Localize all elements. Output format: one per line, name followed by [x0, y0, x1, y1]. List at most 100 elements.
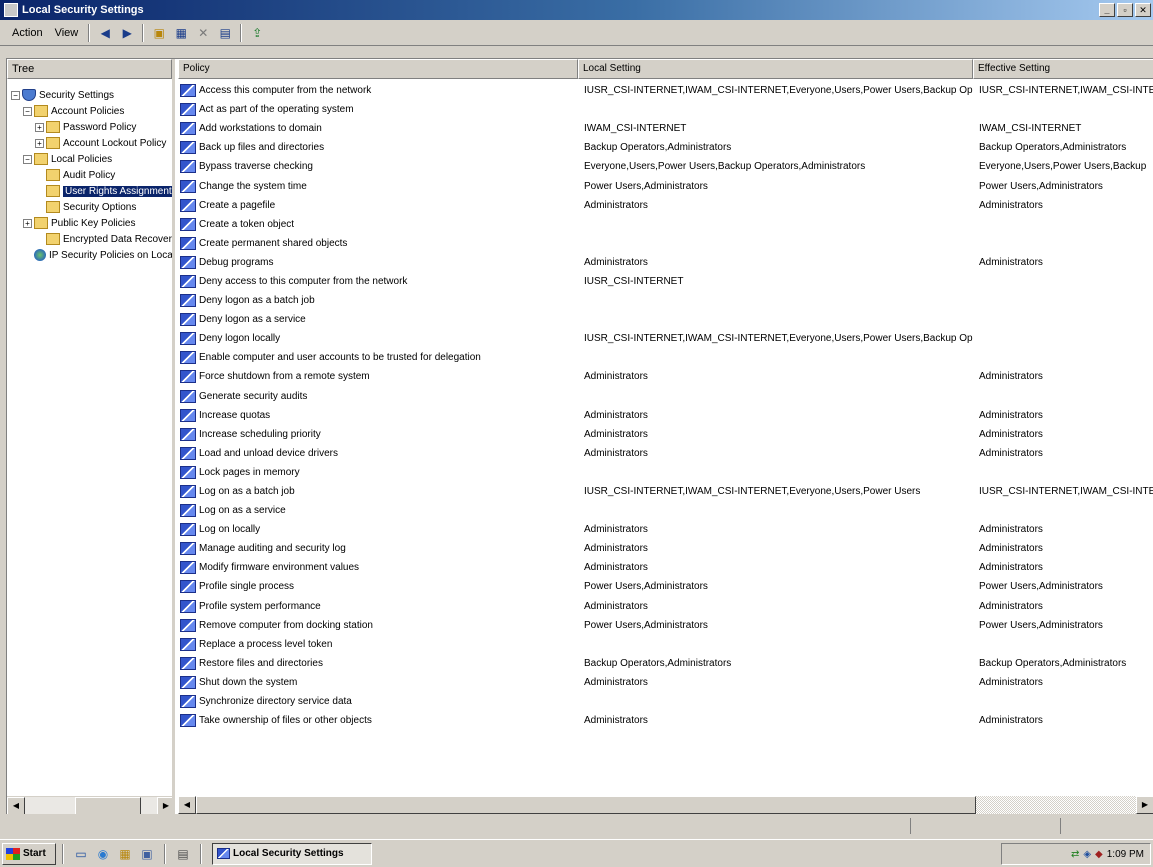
- table-row[interactable]: Create a token object: [178, 215, 1153, 234]
- scroll-thumb[interactable]: [196, 796, 976, 814]
- table-row[interactable]: Access this computer from the network IUS…: [178, 81, 1153, 100]
- export-list-icon[interactable]: ⇪: [247, 23, 267, 43]
- menu-view[interactable]: View: [49, 25, 85, 41]
- tree-node[interactable]: − Local Policies: [7, 151, 172, 167]
- scroll-left-icon[interactable]: ◀: [178, 796, 196, 814]
- desktop-icon[interactable]: ▭: [73, 846, 89, 862]
- collapse-icon[interactable]: −: [11, 90, 20, 100]
- up-folder-icon[interactable]: ▣: [149, 23, 169, 43]
- column-local-setting[interactable]: Local Setting: [578, 59, 973, 79]
- expand-icon[interactable]: +: [23, 218, 32, 228]
- expand-icon[interactable]: +: [35, 138, 44, 148]
- table-row[interactable]: Replace a process level token: [178, 635, 1153, 654]
- column-policy[interactable]: Policy: [178, 59, 578, 79]
- policy-icon: [180, 599, 196, 613]
- tree-node[interactable]: − Account Policies: [7, 103, 172, 119]
- table-row[interactable]: Increase quotas Administrators Administrat…: [178, 406, 1153, 425]
- policy-cell: Debug programs: [178, 255, 578, 269]
- table-row[interactable]: Create a pagefile Administrators Administr…: [178, 196, 1153, 215]
- list-horizontal-scrollbar[interactable]: ◀ ▶: [178, 796, 1153, 814]
- table-row[interactable]: Back up files and directories Backup Oper…: [178, 138, 1153, 157]
- minimize-button[interactable]: _: [1099, 3, 1115, 17]
- network-icon[interactable]: ⇄: [1071, 849, 1079, 860]
- table-row[interactable]: Change the system time Power Users,Admini…: [178, 176, 1153, 195]
- scroll-right-icon[interactable]: ▶: [1136, 796, 1153, 814]
- table-row[interactable]: Bypass traverse checking Everyone,Users,P…: [178, 157, 1153, 176]
- effective-setting-cell: Backup Operators,Administrators: [979, 657, 1127, 669]
- taskbar-button-local-security-settings[interactable]: Local Security Settings: [212, 842, 372, 865]
- table-row[interactable]: Lock pages in memory: [178, 463, 1153, 482]
- table-row[interactable]: Log on as a service: [178, 501, 1153, 520]
- table-row[interactable]: Generate security audits: [178, 387, 1153, 406]
- collapse-icon[interactable]: −: [23, 106, 32, 116]
- table-row[interactable]: Force shutdown from a remote system Admin…: [178, 367, 1153, 386]
- table-row[interactable]: Take ownership of files or other objects…: [178, 711, 1153, 730]
- tree-node[interactable]: + Password Policy: [7, 119, 172, 135]
- table-row[interactable]: Deny logon as a service: [178, 310, 1153, 329]
- tree-header[interactable]: Tree: [7, 59, 172, 79]
- table-row[interactable]: Profile system performance Administrators…: [178, 597, 1153, 616]
- scroll-track[interactable]: [196, 796, 1136, 814]
- table-row[interactable]: Act as part of the operating system: [178, 100, 1153, 119]
- table-row[interactable]: Log on as a batch job IUSR_CSI-INTERNET,I…: [178, 482, 1153, 501]
- table-row[interactable]: Deny logon locally IUSR_CSI-INTERNET,IWAM…: [178, 329, 1153, 348]
- table-row[interactable]: Enable computer and user accounts to be …: [178, 348, 1153, 367]
- tree-node[interactable]: Security Options: [7, 199, 172, 215]
- tree-node[interactable]: User Rights Assignment: [7, 183, 172, 199]
- local-setting-cell: Administrators: [584, 447, 648, 459]
- table-row[interactable]: Deny access to this computer from the ne…: [178, 272, 1153, 291]
- policy-name: Replace a process level token: [199, 638, 333, 650]
- local-setting-cell: Power Users,Administrators: [584, 180, 708, 192]
- properties-icon[interactable]: ▤: [215, 23, 235, 43]
- scroll-thumb[interactable]: [75, 797, 141, 814]
- expand-icon[interactable]: +: [35, 122, 44, 132]
- effective-setting-cell: Administrators: [979, 199, 1043, 211]
- scroll-right-icon[interactable]: ▶: [157, 797, 172, 814]
- scroll-track[interactable]: [25, 797, 157, 814]
- title-bar[interactable]: Local Security Settings _ ▫ ✕: [0, 0, 1153, 20]
- start-button[interactable]: Start: [2, 842, 56, 865]
- table-row[interactable]: Shut down the system Administrators Admini…: [178, 673, 1153, 692]
- policy-cell: Profile system performance: [178, 599, 578, 613]
- table-row[interactable]: Deny logon as a batch job: [178, 291, 1153, 310]
- scroll-left-icon[interactable]: ◀: [7, 797, 25, 814]
- clock: 1:09 PM: [1106, 848, 1144, 860]
- tree-node[interactable]: + Public Key Policies: [7, 215, 172, 231]
- table-row[interactable]: Log on locally Administrators Administrato…: [178, 520, 1153, 539]
- tree-node[interactable]: + Account Lockout Policy: [7, 135, 172, 151]
- explorer-icon[interactable]: ▦: [117, 846, 133, 862]
- table-row[interactable]: Load and unload device drivers Administra…: [178, 444, 1153, 463]
- table-row[interactable]: Synchronize directory service data: [178, 692, 1153, 711]
- table-row[interactable]: Add workstations to domain IWAM_CSI-INTER…: [178, 119, 1153, 138]
- column-effective-setting[interactable]: Effective Setting: [973, 59, 1153, 79]
- folder-icon: [34, 105, 48, 117]
- policy-icon: [180, 504, 196, 518]
- table-row[interactable]: Manage auditing and security log Administ…: [178, 539, 1153, 558]
- media-icon[interactable]: ▣: [139, 846, 155, 862]
- tree-horizontal-scrollbar[interactable]: ◀ ▶: [7, 796, 172, 814]
- back-arrow-icon[interactable]: ◀: [95, 23, 115, 43]
- table-row[interactable]: Remove computer from docking station Powe…: [178, 616, 1153, 635]
- tree-node[interactable]: − Security Settings: [7, 87, 172, 103]
- tree-node[interactable]: Encrypted Data Recovery Agents: [7, 231, 172, 247]
- maximize-button[interactable]: ▫: [1117, 3, 1133, 17]
- volume-icon[interactable]: ◈: [1083, 849, 1091, 860]
- table-row[interactable]: Create permanent shared objects: [178, 234, 1153, 253]
- console-icon[interactable]: ▤: [175, 846, 191, 862]
- shield-icon[interactable]: ◆: [1095, 849, 1103, 860]
- show-tree-icon[interactable]: ▦: [171, 23, 191, 43]
- collapse-icon[interactable]: −: [23, 154, 32, 164]
- tree-node[interactable]: Audit Policy: [7, 167, 172, 183]
- table-row[interactable]: Increase scheduling priority Administrato…: [178, 425, 1153, 444]
- table-row[interactable]: Profile single process Power Users,Admini…: [178, 577, 1153, 596]
- close-button[interactable]: ✕: [1135, 3, 1151, 17]
- delete-icon[interactable]: ✕: [193, 23, 213, 43]
- browser-icon[interactable]: ◉: [95, 846, 111, 862]
- forward-arrow-icon[interactable]: ▶: [117, 23, 137, 43]
- policy-cell: Create a token object: [178, 217, 578, 231]
- table-row[interactable]: Modify firmware environment values Admini…: [178, 558, 1153, 577]
- tree-node[interactable]: IP Security Policies on Local Machine: [7, 247, 172, 263]
- table-row[interactable]: Debug programs Administrators Administrato…: [178, 253, 1153, 272]
- table-row[interactable]: Restore files and directories Backup Oper…: [178, 654, 1153, 673]
- menu-action[interactable]: Action: [6, 25, 49, 41]
